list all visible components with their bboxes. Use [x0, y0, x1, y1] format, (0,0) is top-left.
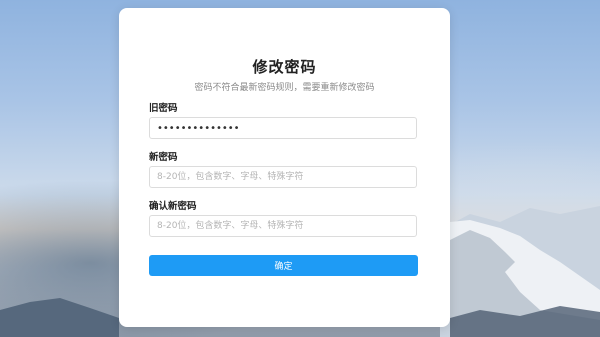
change-password-card: 修改密码 密码不符合最新密码规则，需要重新修改密码 旧密码 新密码 确认新密码 … — [119, 8, 450, 327]
old-password-field[interactable] — [149, 117, 417, 139]
new-password-label: 新密码 — [149, 152, 178, 163]
confirm-password-field[interactable] — [149, 215, 417, 237]
page-title: 修改密码 — [252, 58, 317, 76]
old-password-label: 旧密码 — [149, 103, 178, 114]
confirm-password-label: 确认新密码 — [149, 201, 197, 212]
new-password-field[interactable] — [149, 166, 417, 188]
password-rule-notice: 密码不符合最新密码规则，需要重新修改密码 — [194, 83, 375, 93]
confirm-button[interactable]: 确定 — [149, 255, 418, 276]
